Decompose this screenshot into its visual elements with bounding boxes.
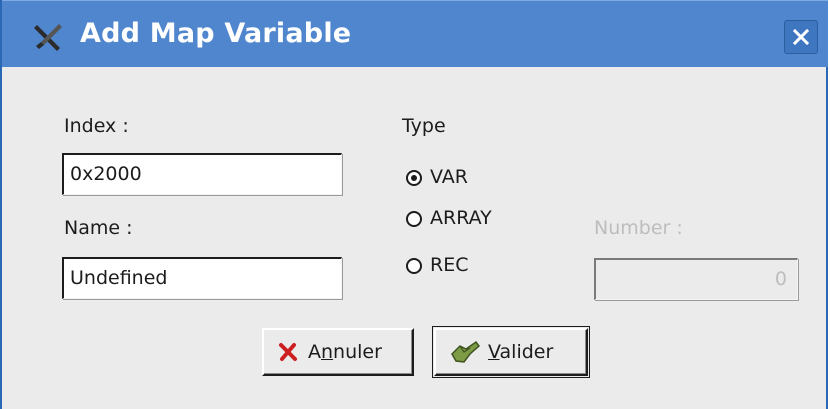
tools-icon bbox=[32, 21, 64, 53]
ok-button[interactable]: Valider bbox=[432, 326, 590, 378]
title-bar[interactable]: Add Map Variable bbox=[2, 0, 828, 67]
radio-rec-label: REC bbox=[430, 254, 469, 276]
type-label: Type bbox=[402, 115, 446, 137]
dialog-title: Add Map Variable bbox=[80, 18, 352, 49]
cancel-label: Annuler bbox=[308, 341, 382, 363]
cancel-x-icon bbox=[278, 342, 298, 367]
index-label: Index : bbox=[64, 115, 129, 137]
index-field[interactable]: 0x2000 bbox=[62, 153, 342, 195]
cancel-button[interactable]: Annuler bbox=[262, 328, 414, 376]
check-hand-icon bbox=[450, 340, 481, 369]
radio-var-label: VAR bbox=[430, 166, 468, 188]
radio-array-label: ARRAY bbox=[430, 207, 492, 229]
number-field[interactable]: 0 bbox=[594, 258, 798, 300]
close-button[interactable] bbox=[784, 20, 818, 54]
ok-label: Valider bbox=[488, 341, 554, 363]
radio-dot bbox=[411, 175, 417, 181]
dialog-content: Index : 0x2000 Name : Undefined Type VAR… bbox=[2, 67, 828, 409]
name-field[interactable]: Undefined bbox=[62, 257, 342, 299]
name-label: Name : bbox=[64, 217, 133, 239]
radio-button-checked[interactable] bbox=[406, 170, 422, 186]
number-label: Number : bbox=[594, 217, 683, 239]
dialog-window: Add Map Variable Index : 0x2000 Name : U… bbox=[0, 0, 828, 409]
radio-button[interactable] bbox=[406, 211, 422, 227]
radio-button[interactable] bbox=[406, 258, 422, 274]
